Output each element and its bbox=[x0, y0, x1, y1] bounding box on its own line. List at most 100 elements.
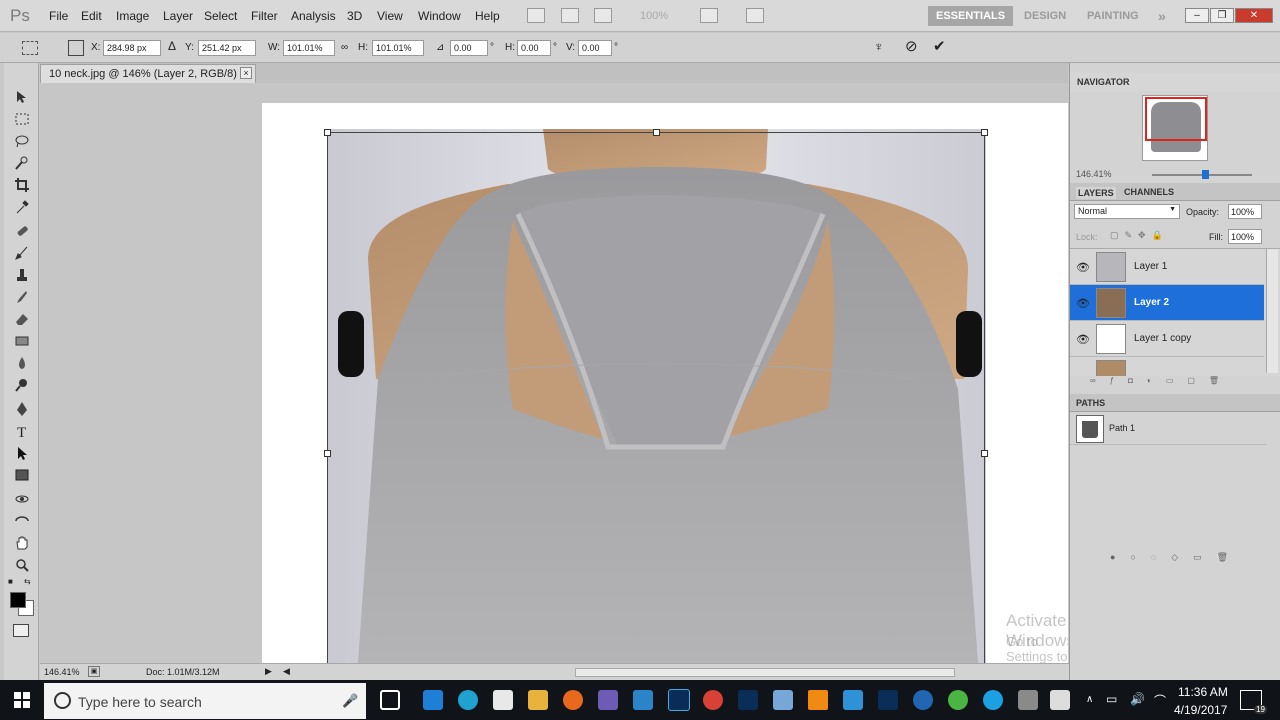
3d-rotate-tool-icon[interactable] bbox=[14, 491, 30, 507]
height-input[interactable] bbox=[372, 40, 424, 56]
zoom-tool-icon[interactable] bbox=[14, 557, 30, 573]
status-menu-arrow-icon[interactable]: ▶ bbox=[265, 666, 272, 677]
navigator-header[interactable]: NAVIGATOR bbox=[1070, 73, 1280, 91]
utorrent-icon[interactable] bbox=[948, 690, 968, 710]
network-icon[interactable]: ⌒ bbox=[1154, 692, 1166, 709]
type-tool-icon[interactable]: T bbox=[14, 423, 30, 439]
layer-row[interactable]: 👁 Layer 1 copy bbox=[1070, 321, 1264, 357]
blur-tool-icon[interactable] bbox=[14, 355, 30, 371]
app-icon[interactable] bbox=[633, 690, 653, 710]
windows-start-icon[interactable] bbox=[14, 692, 30, 708]
system-tray-chevron-icon[interactable]: ∧ bbox=[1086, 694, 1093, 705]
dodge-tool-icon[interactable] bbox=[14, 377, 30, 393]
marquee-tool-icon[interactable] bbox=[14, 111, 30, 127]
vlc-icon[interactable] bbox=[808, 690, 828, 710]
cancel-transform-icon[interactable]: ⊘ bbox=[905, 37, 918, 55]
menu-select[interactable]: Select bbox=[204, 9, 237, 23]
quick-selection-tool-icon[interactable] bbox=[14, 155, 30, 171]
link-icon[interactable]: ∞ bbox=[341, 42, 348, 53]
mini-bridge-icon[interactable] bbox=[561, 8, 579, 23]
tab-layers[interactable]: LAYERS bbox=[1076, 187, 1116, 199]
reference-point-icon[interactable] bbox=[68, 40, 84, 56]
photoshop-icon-2[interactable] bbox=[878, 690, 898, 710]
microphone-icon[interactable]: 🎤 bbox=[342, 693, 358, 709]
menu-edit[interactable]: Edit bbox=[81, 9, 102, 23]
visibility-eye-icon[interactable]: 👁 bbox=[1076, 261, 1090, 274]
task-view-icon[interactable] bbox=[380, 690, 400, 710]
arrange-documents-icon[interactable] bbox=[700, 8, 718, 23]
notepad-icon[interactable] bbox=[773, 690, 793, 710]
layer-row-selected[interactable]: 👁 Layer 2 bbox=[1070, 285, 1264, 321]
default-colors-icon[interactable]: ■ bbox=[8, 577, 18, 586]
sync-icon[interactable] bbox=[843, 690, 863, 710]
history-brush-tool-icon[interactable] bbox=[14, 289, 30, 305]
calculator-icon[interactable] bbox=[1018, 690, 1038, 710]
transform-handle-top[interactable] bbox=[653, 129, 660, 136]
workspace-design-button[interactable]: DESIGN bbox=[1016, 6, 1074, 26]
path-selection-tool-icon[interactable] bbox=[14, 445, 30, 461]
workspace-essentials-button[interactable]: ESSENTIALS bbox=[928, 6, 1014, 26]
menu-analysis[interactable]: Analysis bbox=[291, 9, 336, 23]
3d-orbit-tool-icon[interactable] bbox=[14, 513, 30, 529]
commit-transform-icon[interactable]: ✔ bbox=[933, 37, 946, 55]
photos-icon[interactable] bbox=[1050, 690, 1070, 710]
x-position-input[interactable] bbox=[103, 40, 161, 56]
horizontal-scrollbar[interactable] bbox=[575, 668, 955, 677]
file-explorer-icon[interactable] bbox=[528, 690, 548, 710]
minimize-icon[interactable]: – bbox=[1185, 8, 1209, 23]
path-row[interactable]: Path 1 bbox=[1070, 413, 1266, 445]
eyedropper-tool-icon[interactable] bbox=[14, 199, 30, 215]
swap-colors-icon[interactable]: ⇆ bbox=[24, 577, 34, 586]
visibility-eye-icon[interactable]: 👁 bbox=[1076, 297, 1090, 310]
brush-tool-icon[interactable] bbox=[14, 245, 30, 261]
navigator-zoom[interactable]: 146.41% bbox=[1076, 169, 1112, 179]
action-center-icon[interactable]: 19 bbox=[1240, 690, 1267, 714]
transform-handle-top-left[interactable] bbox=[324, 129, 331, 136]
lock-icons[interactable]: ▢✎✥🔒 bbox=[1110, 230, 1169, 241]
rectangle-tool-icon[interactable] bbox=[14, 467, 30, 483]
canvas-area[interactable]: Activate Windows Go to Settings to activ… bbox=[40, 83, 1068, 663]
zoom-level[interactable]: 100% bbox=[640, 10, 668, 22]
quick-mask-icon[interactable] bbox=[13, 624, 29, 637]
layers-scrollbar[interactable] bbox=[1266, 249, 1278, 373]
blend-mode-select[interactable]: Normal ▼ bbox=[1074, 204, 1180, 219]
document-tab[interactable]: 10 neck.jpg @ 146% (Layer 2, RGB/8) * × bbox=[40, 64, 256, 83]
paths-title[interactable]: PATHS bbox=[1076, 398, 1105, 408]
edge-icon[interactable] bbox=[423, 690, 443, 710]
clock-date[interactable]: 4/19/2017 bbox=[1174, 703, 1227, 717]
close-icon[interactable]: ✕ bbox=[1235, 8, 1273, 23]
menu-help[interactable]: Help bbox=[475, 9, 500, 23]
bridge-icon[interactable] bbox=[527, 8, 545, 23]
fill-input[interactable]: 100% bbox=[1228, 229, 1262, 244]
menu-layer[interactable]: Layer bbox=[163, 9, 193, 23]
skype-icon[interactable] bbox=[983, 690, 1003, 710]
photoshop-alt-icon[interactable] bbox=[738, 690, 758, 710]
menu-file[interactable]: File bbox=[49, 9, 68, 23]
store-icon[interactable] bbox=[493, 690, 513, 710]
paths-panel-footer-icons[interactable]: ●○◌◇▭🗑 bbox=[1110, 552, 1280, 562]
width-input[interactable] bbox=[283, 40, 335, 56]
view-extras-icon[interactable] bbox=[594, 8, 612, 23]
firefox-icon[interactable] bbox=[563, 690, 583, 710]
eraser-tool-icon[interactable] bbox=[14, 311, 30, 327]
layer-row-partial[interactable] bbox=[1070, 357, 1264, 376]
menu-3d[interactable]: 3D bbox=[347, 9, 362, 23]
scroll-left-icon[interactable]: ◀ bbox=[283, 666, 290, 677]
move-tool-icon[interactable] bbox=[14, 89, 30, 105]
pen-tool-icon[interactable] bbox=[14, 401, 30, 417]
ie-icon[interactable] bbox=[458, 690, 478, 710]
document-tab-close-icon[interactable]: × bbox=[240, 67, 252, 79]
layer-row[interactable]: 👁 Layer 1 bbox=[1070, 249, 1264, 285]
clock-time[interactable]: 11:36 AM bbox=[1178, 685, 1228, 699]
tab-channels[interactable]: CHANNELS bbox=[1124, 187, 1174, 197]
chrome-icon[interactable] bbox=[703, 690, 723, 710]
menu-filter[interactable]: Filter bbox=[251, 9, 278, 23]
hand-tool-icon[interactable] bbox=[14, 535, 30, 551]
gradient-tool-icon[interactable] bbox=[14, 333, 30, 349]
photoshop-taskbar-icon[interactable] bbox=[668, 689, 690, 711]
h-skew-input[interactable] bbox=[517, 40, 551, 56]
delta-icon[interactable]: Δ bbox=[168, 39, 176, 53]
navigator-zoom-slider-thumb[interactable] bbox=[1202, 170, 1209, 179]
v-skew-input[interactable] bbox=[578, 40, 612, 56]
free-transform-bounding-box[interactable] bbox=[324, 129, 988, 663]
